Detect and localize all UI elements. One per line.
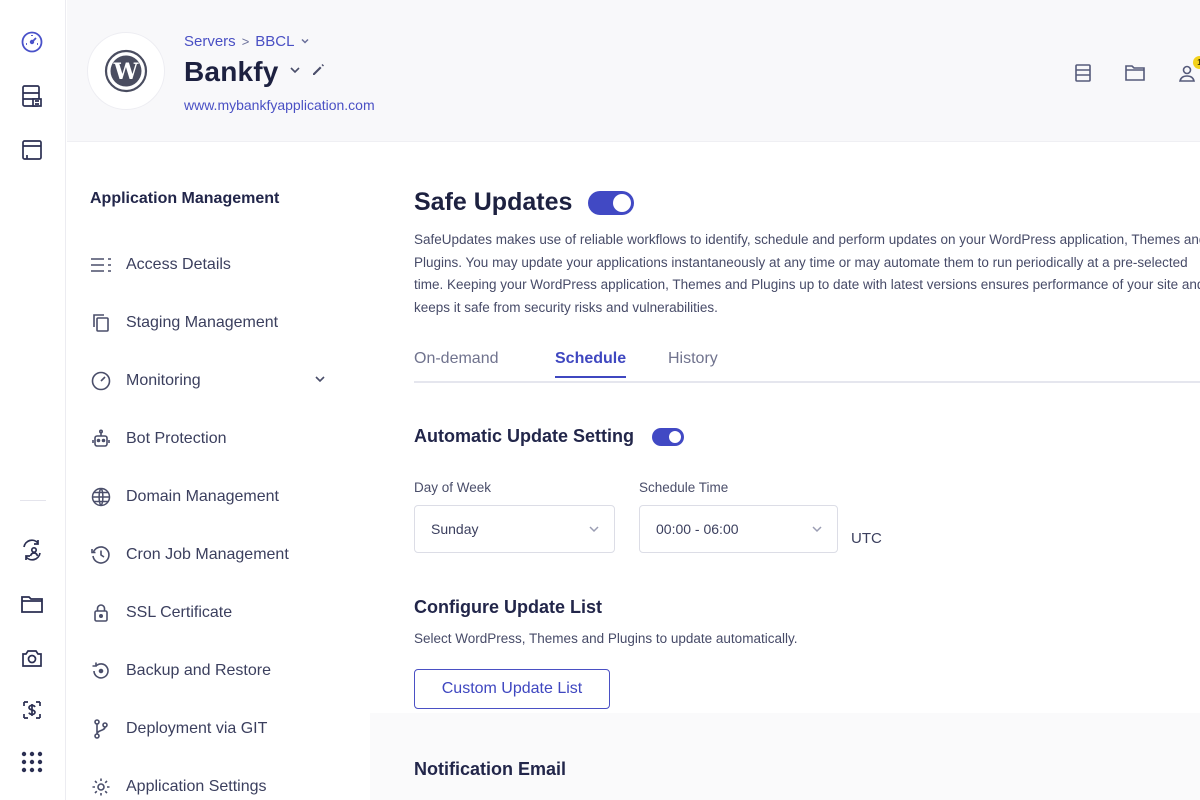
configure-update-list-description: Select WordPress, Themes and Plugins to … bbox=[414, 631, 798, 646]
subnav-title: Application Management bbox=[90, 190, 280, 207]
breadcrumb-servers-link[interactable]: Servers bbox=[184, 33, 236, 50]
breadcrumb-server-link[interactable]: BBCL bbox=[255, 33, 294, 50]
app-header: W Servers > BBCL Bankfy www.mybankfyappl… bbox=[67, 0, 1200, 142]
page-title: Safe Updates bbox=[414, 188, 573, 216]
subnav-item-label: Deployment via GIT bbox=[126, 720, 268, 737]
safe-updates-title-row: Safe Updates bbox=[414, 188, 635, 217]
edit-pencil-icon[interactable] bbox=[311, 63, 325, 82]
breadcrumb-separator: > bbox=[241, 34, 250, 49]
globe-icon bbox=[90, 486, 112, 508]
subnav-item-monitoring[interactable]: Monitoring bbox=[90, 366, 350, 396]
servers-icon[interactable] bbox=[18, 82, 46, 110]
restore-icon bbox=[90, 660, 112, 682]
lock-icon bbox=[90, 602, 112, 624]
safe-updates-description: SafeUpdates makes use of reliable workfl… bbox=[414, 232, 1200, 315]
automatic-update-title-row: Automatic Update Setting bbox=[414, 426, 685, 447]
subnav-item-label: Cron Job Management bbox=[126, 546, 289, 563]
chevron-down-icon[interactable] bbox=[314, 372, 326, 390]
apps-grid-icon[interactable] bbox=[18, 748, 46, 776]
configure-update-list-title: Configure Update List bbox=[414, 597, 602, 617]
speedometer-icon[interactable] bbox=[18, 28, 46, 56]
chevron-down-icon bbox=[811, 522, 823, 538]
subnav-item-application-settings[interactable]: Application Settings bbox=[90, 772, 350, 800]
app-title: Bankfy bbox=[184, 56, 279, 87]
rail-divider bbox=[20, 500, 46, 501]
app-rail bbox=[0, 0, 66, 800]
day-of-week-label: Day of Week bbox=[414, 480, 492, 495]
account-icon[interactable]: 1 bbox=[1174, 56, 1200, 86]
app-title-row: Bankfy bbox=[184, 56, 325, 88]
safe-updates-panel: Safe Updates SafeUpdates makes use of re… bbox=[370, 143, 1200, 800]
day-of-week-select[interactable]: Sunday bbox=[414, 505, 615, 553]
tab-schedule[interactable]: Schedule bbox=[555, 350, 627, 378]
files-folder-icon[interactable] bbox=[1122, 60, 1148, 86]
subnav-item-ssl-certificate[interactable]: SSL Certificate bbox=[90, 598, 350, 628]
timezone-label: UTC bbox=[851, 530, 882, 547]
safe-updates-toggle[interactable] bbox=[588, 190, 635, 215]
subnav-item-deployment-via-git[interactable]: Deployment via GIT bbox=[90, 714, 350, 744]
notification-badge: 1 bbox=[1193, 56, 1200, 69]
subnav-item-backup-and-restore[interactable]: Backup and Restore bbox=[90, 656, 350, 686]
schedule-time-value: 00:00 - 06:00 bbox=[656, 521, 739, 537]
database-icon[interactable] bbox=[1070, 60, 1096, 86]
automatic-update-toggle[interactable] bbox=[652, 427, 685, 446]
subnav-item-access-details[interactable]: Access Details bbox=[90, 250, 350, 280]
clock-icon bbox=[90, 544, 112, 566]
folder-icon[interactable] bbox=[18, 590, 46, 618]
robot-icon bbox=[90, 428, 112, 450]
svg-text:W: W bbox=[113, 59, 139, 85]
wordpress-logo-icon: W bbox=[87, 32, 165, 110]
app-url-link[interactable]: www.mybankfyapplication.com bbox=[184, 97, 375, 113]
subnav-item-label: Staging Management bbox=[126, 314, 279, 331]
tab-history[interactable]: History bbox=[668, 350, 718, 376]
tab-on-demand[interactable]: On-demand bbox=[414, 350, 499, 376]
list-icon bbox=[90, 254, 112, 276]
chevron-down-icon bbox=[588, 522, 600, 538]
subnav-item-staging-management[interactable]: Staging Management bbox=[90, 308, 350, 338]
notification-email-title: Notification Email bbox=[414, 759, 567, 779]
chevron-down-icon[interactable] bbox=[300, 33, 310, 50]
toggle-knob bbox=[669, 430, 682, 443]
git-branch-icon bbox=[90, 718, 112, 740]
custom-update-list-button[interactable]: Custom Update List bbox=[414, 669, 610, 709]
app-switch-chevron-icon[interactable] bbox=[289, 63, 301, 81]
breadcrumb: Servers > BBCL bbox=[184, 33, 310, 50]
gauge-icon bbox=[90, 370, 112, 392]
day-of-week-value: Sunday bbox=[431, 521, 479, 537]
subnav-item-label: Bot Protection bbox=[126, 430, 227, 447]
settings-gear-icon[interactable] bbox=[18, 644, 46, 672]
application-management-nav: Application Management Access Details St… bbox=[67, 143, 370, 800]
subnav-item-cron-job-management[interactable]: Cron Job Management bbox=[90, 540, 350, 570]
header-actions: 1 bbox=[1070, 56, 1200, 86]
toggle-knob bbox=[613, 193, 632, 212]
billing-icon[interactable] bbox=[18, 696, 46, 724]
lower-section-background bbox=[370, 713, 1200, 800]
safe-updates-tabs: On-demand Schedule History bbox=[414, 350, 1200, 383]
subnav-item-bot-protection[interactable]: Bot Protection bbox=[90, 424, 350, 454]
subnav-item-label: Access Details bbox=[126, 256, 231, 273]
copy-icon bbox=[90, 312, 112, 334]
schedule-time-label: Schedule Time bbox=[639, 480, 729, 495]
automatic-update-title: Automatic Update Setting bbox=[414, 426, 635, 446]
subnav-item-label: SSL Certificate bbox=[126, 604, 233, 621]
subnav-item-label: Application Settings bbox=[126, 778, 267, 795]
window-icon[interactable] bbox=[18, 136, 46, 164]
subnav-item-label: Monitoring bbox=[126, 372, 201, 389]
subnav-item-label: Backup and Restore bbox=[126, 662, 271, 679]
gear-icon bbox=[90, 776, 112, 798]
user-sync-icon[interactable] bbox=[18, 536, 46, 564]
subnav-item-domain-management[interactable]: Domain Management bbox=[90, 482, 350, 512]
schedule-time-select[interactable]: 00:00 - 06:00 bbox=[639, 505, 838, 553]
subnav-item-label: Domain Management bbox=[126, 488, 279, 505]
